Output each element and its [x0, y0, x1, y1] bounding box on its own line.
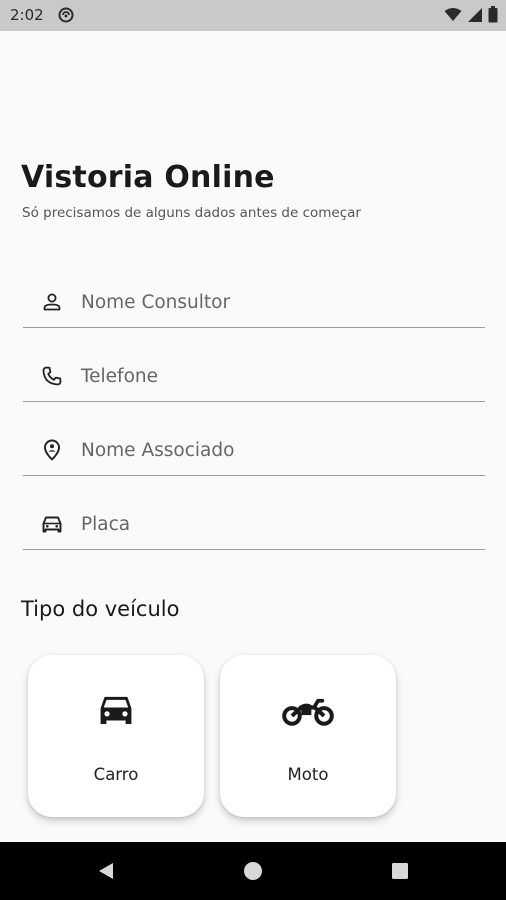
page-title: Vistoria Online: [21, 160, 275, 195]
telefone-field[interactable]: [23, 351, 485, 402]
home-button[interactable]: [223, 842, 283, 900]
nome-associado-field[interactable]: [23, 425, 485, 476]
nome-consultor-input[interactable]: [81, 287, 471, 317]
vehicle-option-carro[interactable]: Carro: [28, 655, 204, 817]
person-icon: [43, 293, 61, 311]
placa-input[interactable]: [81, 509, 471, 539]
wifi-icon: [444, 8, 462, 21]
home-icon: [244, 862, 262, 880]
telefone-input[interactable]: [81, 361, 471, 391]
recents-button[interactable]: [370, 842, 430, 900]
vehicle-option-label: Moto: [287, 765, 329, 784]
vehicle-type-title: Tipo do veículo: [21, 597, 180, 621]
nome-associado-input[interactable]: [81, 435, 471, 465]
status-icons: [444, 6, 498, 23]
navigation-bar: [0, 842, 506, 900]
cellular-signal-icon: [468, 7, 482, 22]
status-time: 2:02: [10, 6, 44, 24]
back-button[interactable]: [76, 842, 136, 900]
battery-icon: [488, 6, 498, 23]
do-not-disturb-icon: [58, 7, 74, 23]
location-person-icon: [44, 439, 60, 461]
phone-icon: [42, 366, 62, 386]
motorcycle-icon: [282, 698, 334, 726]
placa-field[interactable]: [23, 499, 485, 550]
nome-consultor-field[interactable]: [23, 277, 485, 328]
car-icon: [100, 696, 132, 724]
back-icon: [99, 863, 113, 879]
vehicle-option-moto[interactable]: Moto: [220, 655, 396, 817]
car-icon: [42, 516, 62, 533]
page-subtitle: Só precisamos de alguns dados antes de c…: [22, 205, 361, 221]
status-bar: 2:02: [0, 0, 506, 31]
recents-icon: [392, 863, 408, 879]
vehicle-option-label: Carro: [93, 765, 139, 784]
